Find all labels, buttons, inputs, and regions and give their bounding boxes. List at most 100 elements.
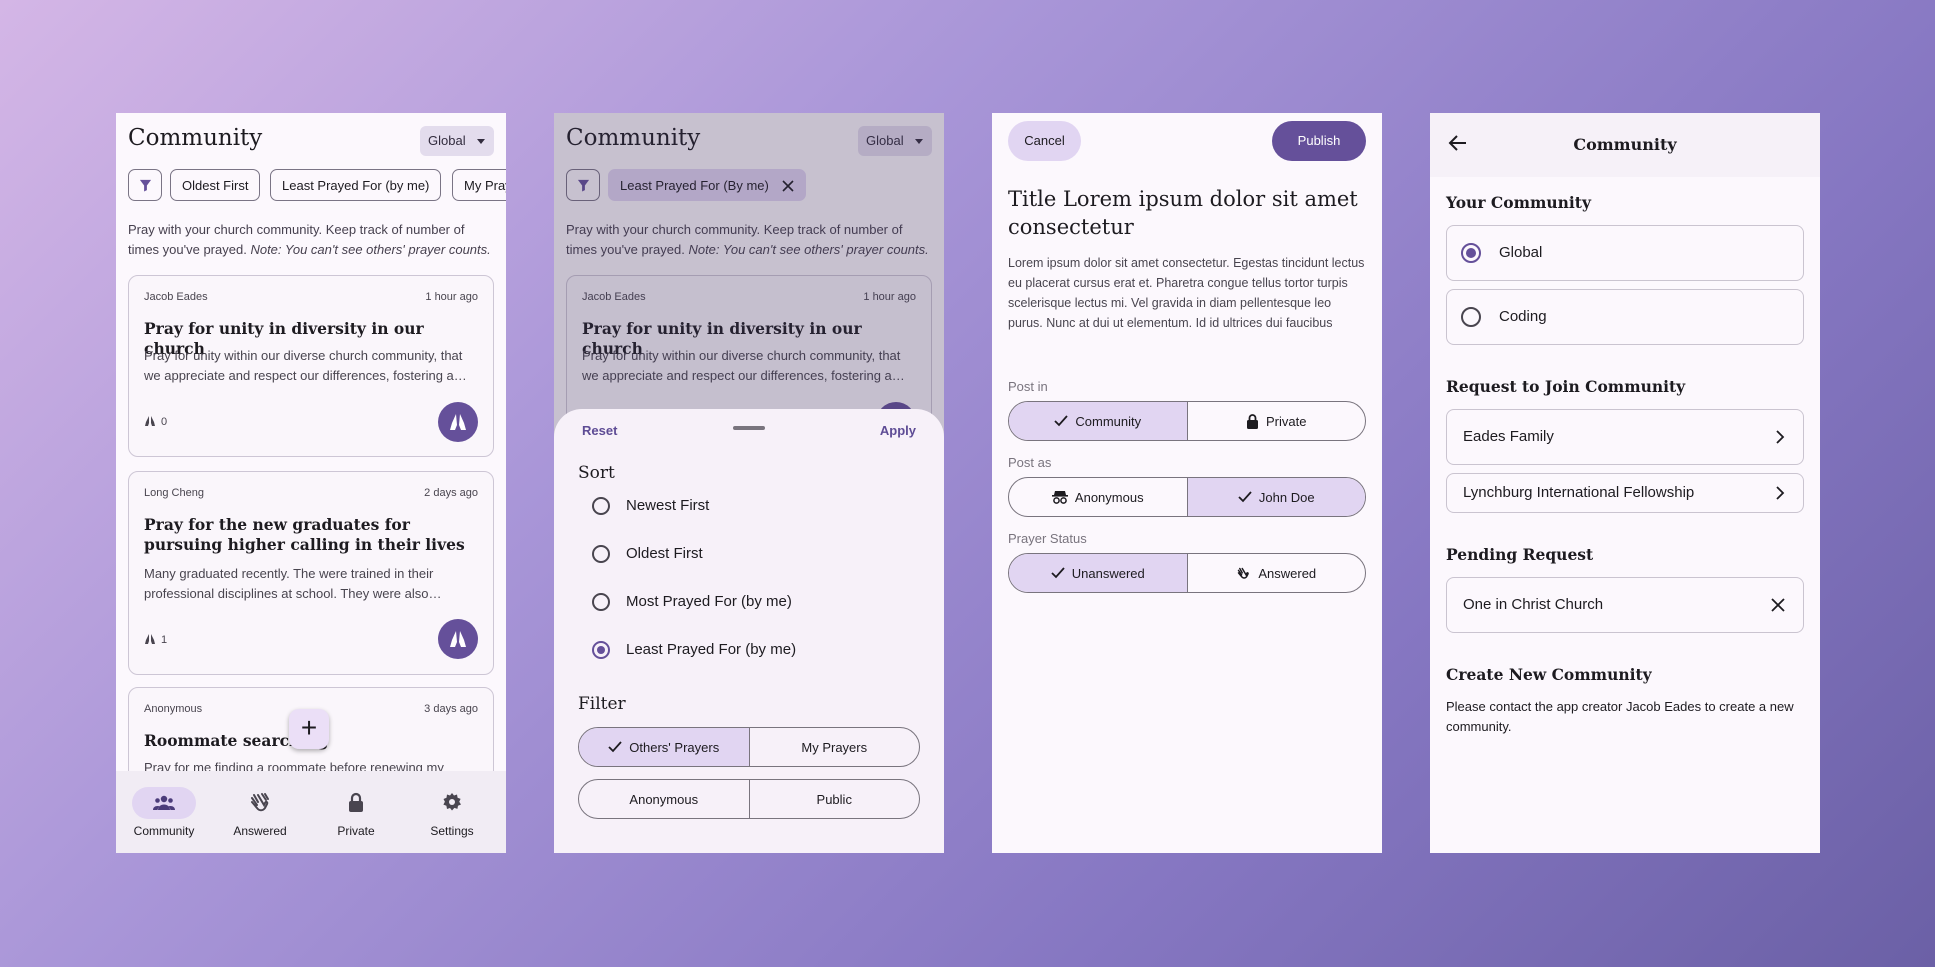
sort-heading: Sort	[578, 463, 615, 483]
prayer-card[interactable]: Long Cheng 2 days ago Pray for the new g…	[128, 471, 494, 675]
card-author: Jacob Eades	[144, 291, 208, 303]
nav-item-answered[interactable]: Answered	[212, 787, 308, 838]
publish-button[interactable]: Publish	[1272, 121, 1366, 161]
pray-button[interactable]	[438, 402, 478, 442]
radio-icon	[592, 593, 610, 611]
chevron-right-icon	[1776, 486, 1785, 500]
nav-item-settings[interactable]: Settings	[404, 787, 500, 838]
pray-button[interactable]	[438, 619, 478, 659]
incognito-icon	[1051, 491, 1068, 504]
page-title: Community	[1573, 135, 1677, 154]
bottom-navigation: Community Answered Private Settings	[116, 771, 506, 853]
radio-selected-icon	[592, 641, 610, 659]
community-select[interactable]: Global	[420, 126, 494, 156]
post-as-toggle: Anonymous John Doe	[1008, 477, 1366, 517]
filter-heading: Filter	[578, 694, 626, 714]
post-as-name[interactable]: John Doe	[1186, 478, 1365, 516]
check-icon	[1238, 491, 1252, 503]
create-community-heading: Create New Community	[1446, 665, 1652, 684]
prayer-card[interactable]: Jacob Eades 1 hour ago Pray for unity in…	[128, 275, 494, 457]
status-answered[interactable]: Answered	[1186, 554, 1366, 592]
card-body: Many graduated recently. The were traine…	[144, 566, 442, 601]
prayer-title-input[interactable]: Title Lorem ipsum dolor sit amet consect…	[1008, 185, 1368, 241]
reset-button[interactable]: Reset	[582, 423, 617, 438]
community-select-value: Global	[428, 133, 466, 148]
community-settings-screen: Community Your Community Global Coding R…	[1430, 113, 1820, 853]
post-as-anonymous[interactable]: Anonymous	[1009, 478, 1187, 516]
sort-option-newest[interactable]: Newest First	[578, 495, 878, 525]
filter-icon	[139, 179, 152, 192]
apply-button[interactable]: Apply	[880, 423, 916, 438]
card-title: Pray for the new graduates for pursuing …	[144, 515, 465, 554]
lock-icon	[349, 792, 363, 812]
radio-icon	[1461, 307, 1481, 327]
new-prayer-screen: Cancel Publish Title Lorem ipsum dolor s…	[992, 113, 1382, 853]
community-option-coding[interactable]: Coding	[1446, 289, 1804, 345]
card-body: Pray for unity within our diverse church…	[144, 348, 467, 383]
card-author: Anonymous	[144, 703, 203, 715]
cancel-button[interactable]: Cancel	[1008, 121, 1081, 161]
prayer-count: 0	[144, 415, 167, 428]
pending-request-heading: Pending Request	[1446, 545, 1594, 564]
page-title: Community	[128, 125, 263, 151]
nav-label: Community	[133, 824, 195, 838]
nav-label: Settings	[430, 824, 474, 838]
card-author: Long Cheng	[144, 487, 204, 499]
radio-icon	[592, 497, 610, 515]
sort-option-most-prayed[interactable]: Most Prayed For (by me)	[578, 591, 878, 621]
add-prayer-button[interactable]: +	[289, 709, 329, 749]
radio-selected-icon	[1461, 243, 1481, 263]
top-app-bar: Community	[1430, 113, 1820, 177]
filter-anonymous[interactable]: Anonymous	[579, 780, 749, 818]
sort-option-least-prayed[interactable]: Least Prayed For (by me)	[578, 639, 878, 669]
card-time: 2 days ago	[424, 487, 478, 499]
lock-icon	[1247, 413, 1259, 429]
filter-visibility-toggle: Anonymous Public	[578, 779, 920, 819]
filter-button[interactable]	[128, 169, 162, 201]
nav-label: Answered	[233, 824, 287, 838]
nav-item-community[interactable]: Community	[116, 787, 212, 838]
chevron-right-icon	[1776, 430, 1785, 444]
card-time: 3 days ago	[424, 703, 478, 715]
community-option-global[interactable]: Global	[1446, 225, 1804, 281]
nav-item-private[interactable]: Private	[308, 787, 404, 838]
post-in-community[interactable]: Community	[1009, 402, 1187, 440]
filter-my-prayers[interactable]: My Prayers	[748, 728, 920, 766]
post-in-private[interactable]: Private	[1186, 402, 1366, 440]
sort-option-oldest[interactable]: Oldest First	[578, 543, 878, 573]
prayer-count: 1	[144, 633, 167, 646]
post-in-label: Post in	[1008, 379, 1048, 394]
request-join-heading: Request to Join Community	[1446, 377, 1686, 396]
request-join-item[interactable]: Lynchburg International Fellowship	[1446, 473, 1804, 513]
chip-least-prayed[interactable]: Least Prayed For (by me)	[270, 169, 442, 201]
filter-owner-toggle: Others' Prayers My Prayers	[578, 727, 920, 767]
status-unanswered[interactable]: Unanswered	[1009, 554, 1187, 592]
chip-my-prayers[interactable]: My Prayers	[452, 169, 506, 201]
clapping-hands-icon	[1238, 567, 1250, 579]
post-in-toggle: Community Private	[1008, 401, 1366, 441]
request-join-item[interactable]: Eades Family	[1446, 409, 1804, 465]
group-icon	[153, 795, 175, 810]
drag-handle[interactable]	[733, 426, 765, 430]
card-time: 1 hour ago	[425, 291, 478, 303]
create-community-note: Please contact the app creator Jacob Ead…	[1446, 699, 1794, 734]
check-icon	[1051, 567, 1065, 579]
radio-icon	[592, 545, 610, 563]
sort-filter-sheet: Reset Apply Sort Newest First Oldest Fir…	[554, 409, 944, 853]
community-feed-screen: Community Global Oldest First Least Pray…	[116, 113, 506, 853]
pending-request-item: One in Christ Church	[1446, 577, 1804, 633]
clapping-hands-icon	[251, 793, 269, 812]
praying-hands-icon	[450, 414, 466, 430]
intro-text: Pray with your church community. Keep tr…	[128, 222, 491, 257]
filter-others-prayers[interactable]: Others' Prayers	[579, 728, 749, 766]
gear-icon	[443, 793, 461, 811]
praying-hands-icon	[450, 631, 466, 647]
close-icon[interactable]	[1771, 598, 1785, 612]
caret-down-icon	[477, 139, 485, 144]
check-icon	[608, 741, 622, 753]
prayer-body-input[interactable]: Lorem ipsum dolor sit amet consectetur. …	[1008, 253, 1368, 333]
chip-oldest-first[interactable]: Oldest First	[170, 169, 261, 201]
filter-public[interactable]: Public	[748, 780, 920, 818]
sort-filter-screen: Community Global Least Prayed For (By me…	[554, 113, 944, 853]
check-icon	[1054, 415, 1069, 427]
